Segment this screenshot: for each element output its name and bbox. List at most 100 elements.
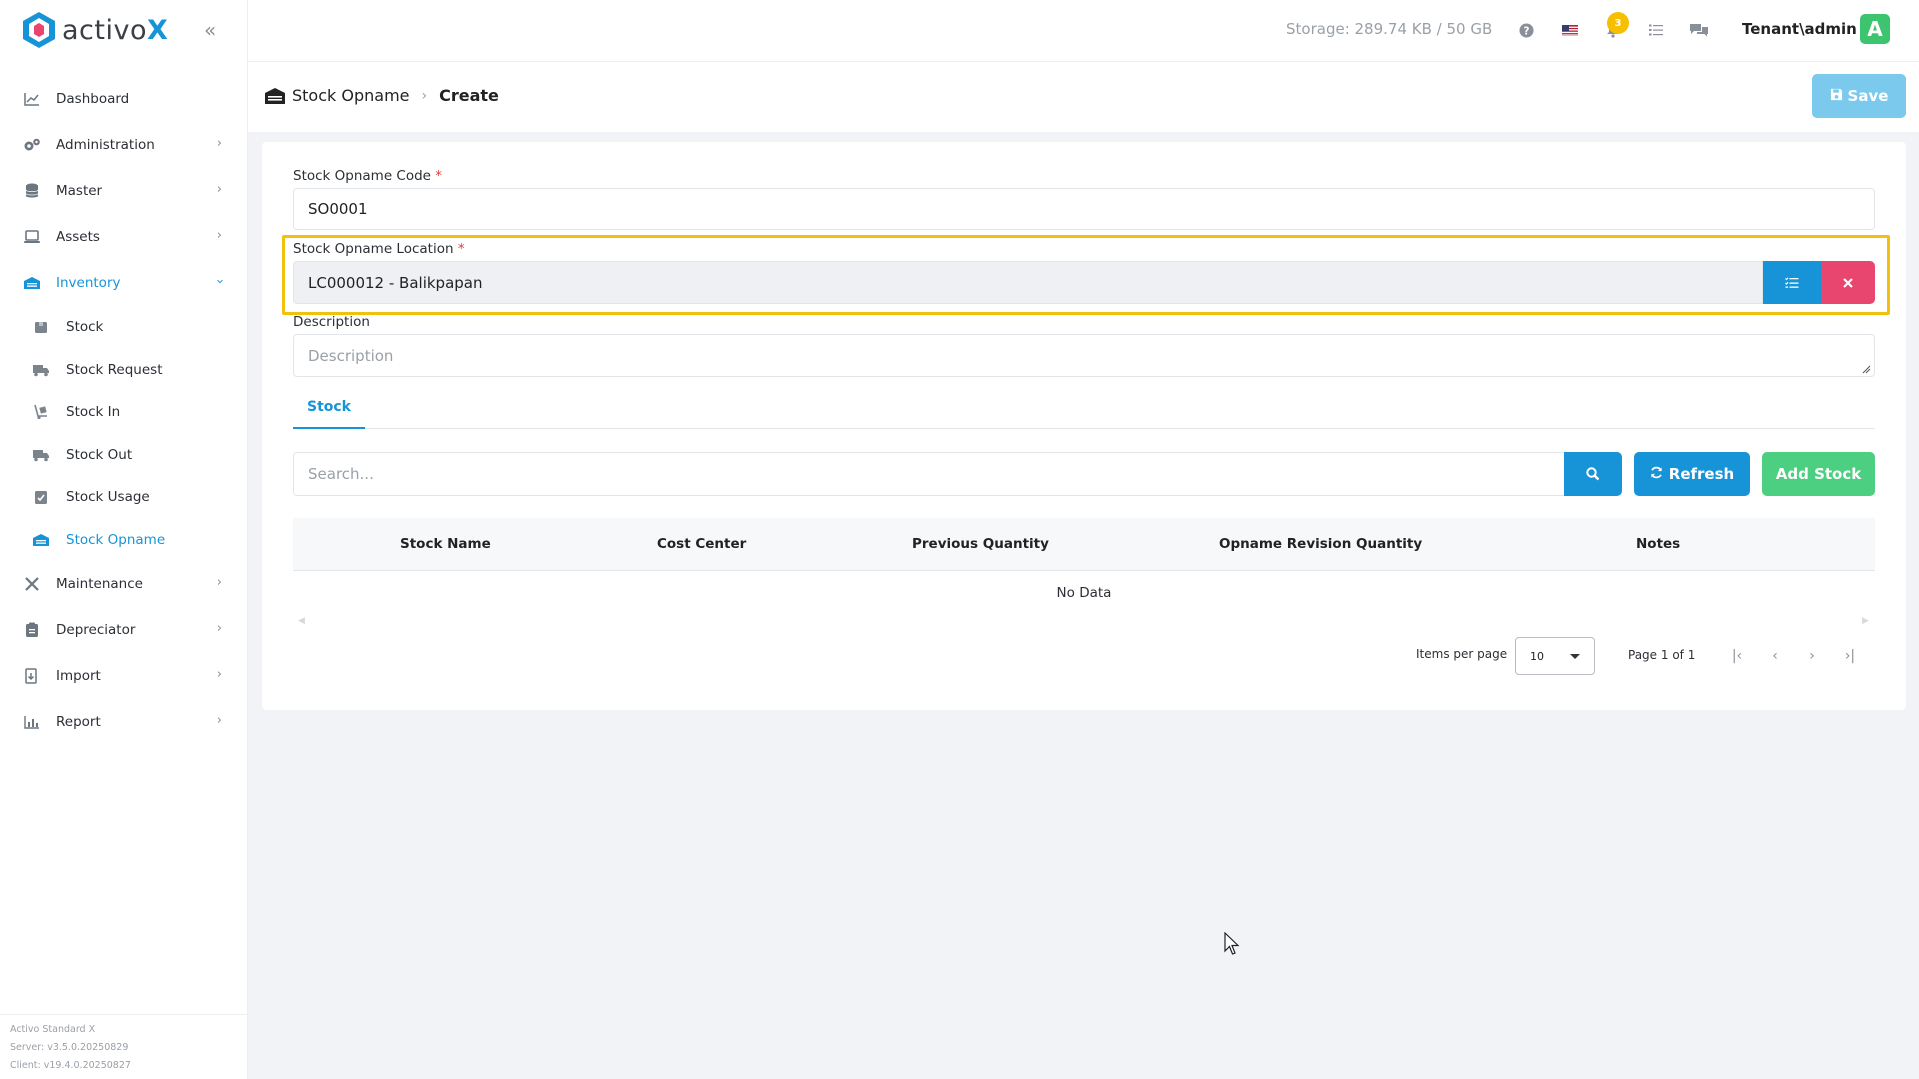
sidebar: activoX « Dashboard Administration › Mas… — [0, 0, 248, 1079]
chevron-right-icon: › — [216, 575, 222, 590]
sidebar-subitem-label: Stock Usage — [66, 489, 150, 506]
chevron-right-icon: › — [216, 621, 222, 636]
location-label: Stock Opname Location * — [293, 241, 465, 257]
search-icon — [1586, 467, 1600, 481]
import-icon — [22, 666, 42, 686]
chevron-right-icon: › — [216, 136, 222, 151]
close-icon — [1843, 277, 1853, 288]
app-logo[interactable]: activoX — [22, 10, 168, 50]
first-page-icon[interactable]: |‹ — [1726, 645, 1748, 667]
column-header[interactable]: Previous Quantity — [912, 536, 1049, 552]
chevron-right-icon: › — [216, 667, 222, 682]
truck-out-icon — [32, 446, 50, 464]
scroll-right-icon[interactable]: ▶ — [1862, 616, 1869, 626]
sidebar-item-label: Administration — [56, 137, 155, 153]
sidebar-item-label: Inventory — [56, 275, 121, 291]
collapse-sidebar-icon[interactable]: « — [204, 18, 216, 42]
sidebar-item-label: Depreciator — [56, 622, 136, 638]
sidebar-subitem-stock-request[interactable]: Stock Request — [0, 349, 248, 392]
product-name: Activo Standard X — [10, 1024, 96, 1035]
table-header: Stock Name Cost Center Previous Quantity… — [293, 518, 1875, 571]
us-flag-icon[interactable] — [1560, 20, 1580, 40]
sidebar-item-maintenance[interactable]: Maintenance › — [0, 561, 248, 607]
help-icon[interactable]: ? — [1516, 20, 1536, 40]
sidebar-subitem-stock-opname[interactable]: Stock Opname — [0, 519, 248, 562]
description-field[interactable]: Description — [293, 334, 1875, 377]
sidebar-subitem-label: Stock Request — [66, 361, 163, 378]
user-name[interactable]: Tenant\admin — [1742, 20, 1857, 38]
client-version: Client: v19.4.0.20250827 — [10, 1060, 131, 1071]
sidebar-item-report[interactable]: Report › — [0, 699, 248, 745]
svg-text:?: ? — [1523, 25, 1529, 37]
code-field[interactable]: SO0001 — [293, 188, 1875, 230]
resize-handle-icon[interactable] — [1862, 365, 1871, 374]
sidebar-subitem-label: Stock — [66, 319, 104, 336]
previous-page-icon[interactable]: ‹ — [1764, 645, 1786, 667]
description-label: Description — [293, 314, 370, 330]
tab-stock[interactable]: Stock — [293, 386, 365, 429]
items-per-page-label: Items per page — [1416, 647, 1508, 661]
storage-usage: Storage: 289.74 KB / 50 GB — [1286, 20, 1493, 38]
version-info: Activo Standard X Server: v3.5.0.2025082… — [0, 1014, 248, 1079]
sidebar-item-label: Maintenance — [56, 576, 143, 592]
location-field[interactable]: LC000012 - Balikpapan — [293, 261, 1763, 304]
empty-table-message: No Data — [1056, 585, 1112, 601]
save-button[interactable]: Save — [1812, 74, 1906, 118]
chevron-right-icon: › — [421, 87, 428, 104]
task-list-icon[interactable] — [1646, 20, 1666, 40]
warehouse-icon — [265, 87, 285, 104]
sidebar-item-label: Dashboard — [56, 91, 130, 107]
sidebar-item-master[interactable]: Master › — [0, 168, 248, 214]
last-page-icon[interactable]: ›| — [1839, 645, 1861, 667]
avatar[interactable]: A — [1860, 14, 1890, 44]
warehouse-icon — [22, 273, 42, 293]
sidebar-item-label: Master — [56, 183, 103, 199]
search-input[interactable]: Search... — [293, 452, 1565, 496]
warehouse-icon — [32, 531, 50, 549]
search-button[interactable] — [1564, 452, 1622, 496]
laptop-icon — [22, 227, 42, 247]
column-header[interactable]: Cost Center — [657, 536, 746, 552]
column-header[interactable]: Notes — [1636, 536, 1680, 552]
sidebar-item-label: Assets — [56, 229, 100, 245]
clipboard-icon — [22, 620, 42, 640]
breadcrumb-current: Create — [439, 86, 499, 105]
chat-icon[interactable] — [1689, 20, 1709, 40]
sidebar-item-label: Import — [56, 668, 101, 684]
required-mark: * — [435, 168, 443, 184]
sidebar-menu: Dashboard Administration › Master › Asse… — [0, 76, 248, 745]
logo-hexagon-icon — [23, 12, 55, 48]
scroll-left-icon[interactable]: ◀ — [298, 616, 305, 626]
clear-location-button[interactable] — [1821, 261, 1875, 304]
notification-badge: 3 — [1607, 12, 1629, 34]
sidebar-subitem-stock-usage[interactable]: Stock Usage — [0, 476, 248, 519]
column-header[interactable]: Opname Revision Quantity — [1219, 536, 1422, 552]
sidebar-item-inventory[interactable]: Inventory › — [0, 260, 248, 306]
database-icon — [22, 181, 42, 201]
page-header: Stock Opname › Create Save — [248, 62, 1919, 132]
breadcrumb-parent[interactable]: Stock Opname — [292, 86, 410, 105]
sidebar-item-dashboard[interactable]: Dashboard — [0, 76, 248, 122]
select-location-button[interactable] — [1763, 261, 1821, 304]
chevron-right-icon: › — [216, 228, 222, 243]
sidebar-subitem-stock[interactable]: Stock — [0, 306, 248, 349]
floppy-icon — [1830, 87, 1843, 105]
server-version: Server: v3.5.0.20250829 — [10, 1042, 129, 1053]
sidebar-subitem-label: Stock Out — [66, 446, 133, 463]
sidebar-item-import[interactable]: Import › — [0, 653, 248, 699]
sidebar-subitem-stock-out[interactable]: Stock Out — [0, 434, 248, 477]
chart-line-icon — [22, 89, 42, 109]
sidebar-item-assets[interactable]: Assets › — [0, 214, 248, 260]
sidebar-item-administration[interactable]: Administration › — [0, 122, 248, 168]
tools-icon — [22, 574, 42, 594]
sidebar-item-depreciator[interactable]: Depreciator › — [0, 607, 248, 653]
add-stock-button[interactable]: Add Stock — [1762, 452, 1875, 496]
items-per-page-select[interactable]: 10 — [1515, 637, 1595, 675]
next-page-icon[interactable]: › — [1801, 645, 1823, 667]
refresh-button[interactable]: Refresh — [1634, 452, 1750, 496]
top-bar: Storage: 289.74 KB / 50 GB ? 3 Tenant\ad… — [248, 0, 1919, 62]
sidebar-subitem-label: Stock Opname — [66, 531, 166, 548]
code-label: Stock Opname Code * — [293, 168, 443, 184]
column-header[interactable]: Stock Name — [400, 536, 491, 552]
sidebar-subitem-stock-in[interactable]: Stock In — [0, 391, 248, 434]
